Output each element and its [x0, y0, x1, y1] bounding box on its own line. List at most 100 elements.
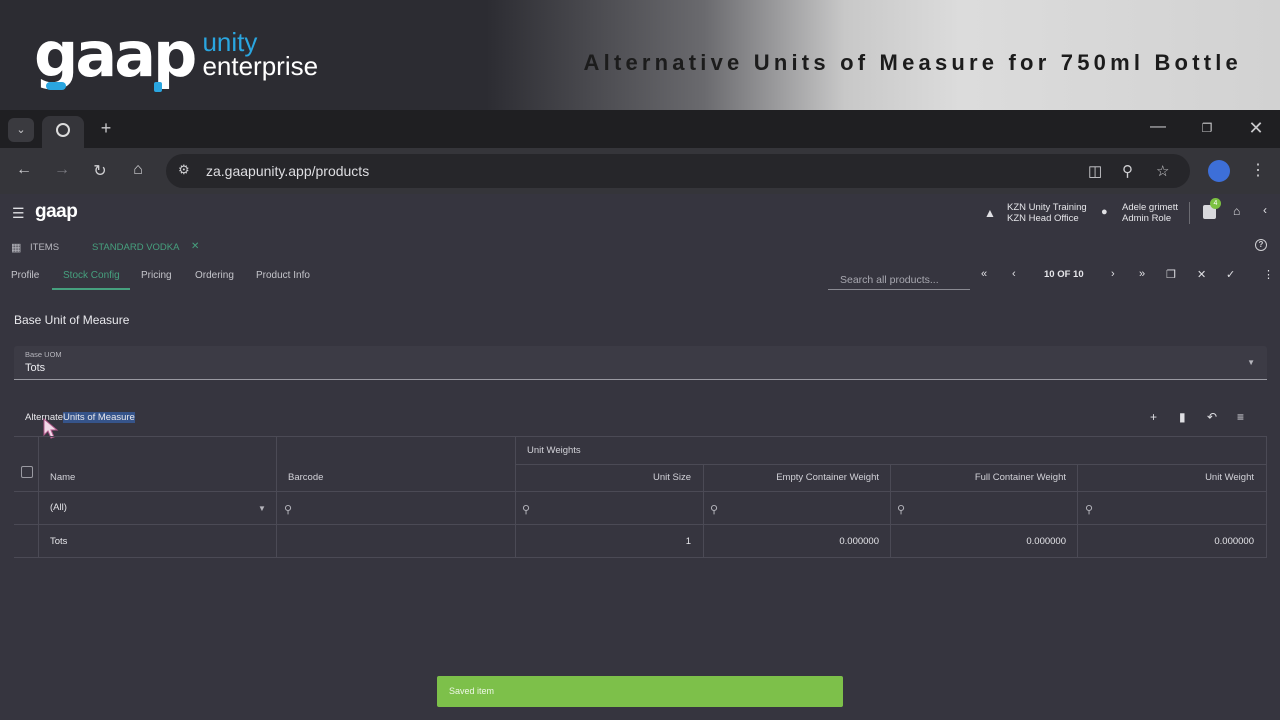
- user-name: Adele grimett: [1122, 202, 1178, 213]
- unit-weight-filter-search-icon[interactable]: ⚲: [1085, 503, 1093, 516]
- zoom-icon[interactable]: ⚲: [1122, 162, 1133, 180]
- app-header: ☰ gaap ▲ KZN Unity Training KZN Head Off…: [0, 194, 1280, 232]
- column-header-barcode[interactable]: Barcode: [288, 472, 323, 483]
- alternate-uom-title: AlternateUnits of Measure: [25, 412, 135, 423]
- user-role: Admin Role: [1122, 213, 1172, 224]
- hamburger-menu-icon[interactable]: ☰: [12, 205, 25, 222]
- app-logo[interactable]: gaap: [35, 201, 78, 223]
- subtab-product-info[interactable]: Product Info: [256, 270, 310, 281]
- column-header-unit-size[interactable]: Unit Size: [515, 472, 691, 483]
- banner-title: Alternative Units of Measure for 750ml B…: [583, 50, 1242, 75]
- profile-avatar[interactable]: [1208, 160, 1230, 182]
- window-minimize-icon[interactable]: —: [1148, 118, 1168, 136]
- user-menu[interactable]: Adele grimett Admin Role: [1122, 202, 1178, 224]
- base-uom-section-title: Base Unit of Measure: [14, 313, 130, 327]
- subtab-pricing[interactable]: Pricing: [141, 270, 172, 281]
- alternate-uom-title-selected: Units of Measure: [63, 412, 135, 423]
- base-uom-label: Base UOM: [25, 350, 62, 359]
- column-header-empty-container-weight[interactable]: Empty Container Weight: [703, 472, 879, 483]
- name-filter-select[interactable]: (All): [50, 502, 67, 513]
- filter-caret-icon[interactable]: ▼: [258, 504, 266, 513]
- user-icon: ●: [1101, 206, 1108, 218]
- more-options-icon[interactable]: ⋮: [1263, 268, 1274, 281]
- duplicate-icon[interactable]: ❐: [1166, 268, 1176, 281]
- cell-unit-size[interactable]: 1: [515, 536, 691, 547]
- next-record-icon[interactable]: ›: [1111, 268, 1115, 280]
- empty-weight-filter-search-icon[interactable]: ⚲: [710, 503, 718, 516]
- site-settings-icon[interactable]: ⚙: [178, 162, 190, 178]
- home-icon[interactable]: ⌂: [128, 161, 148, 179]
- saved-toast: Saved item: [437, 676, 843, 707]
- browser-tab-active[interactable]: [42, 116, 84, 148]
- cell-full-container-weight[interactable]: 0.000000: [890, 536, 1066, 547]
- column-header-unit-weight[interactable]: Unit Weight: [1077, 472, 1254, 483]
- add-row-plus-icon[interactable]: +: [1150, 410, 1157, 424]
- logo-accent: [154, 82, 162, 92]
- subtab-stock-config[interactable]: Stock Config: [63, 270, 120, 281]
- window-restore-icon[interactable]: ❐: [1198, 121, 1216, 135]
- cell-unit-weight[interactable]: 0.000000: [1077, 536, 1254, 547]
- browser-menu-icon[interactable]: ⋮: [1250, 160, 1266, 180]
- save-check-icon[interactable]: ✓: [1226, 268, 1235, 281]
- new-tab-plus-icon[interactable]: +: [96, 118, 116, 138]
- active-tab-indicator: [52, 288, 130, 290]
- cell-empty-container-weight[interactable]: 0.000000: [703, 536, 879, 547]
- video-banner: gaap unity enterprise Alternative Units …: [0, 0, 1280, 110]
- reload-icon[interactable]: ↻: [90, 161, 110, 181]
- previous-record-icon[interactable]: ‹: [1012, 268, 1016, 280]
- first-record-icon[interactable]: «: [981, 268, 987, 280]
- grid-border: [14, 436, 1267, 437]
- column-header-name[interactable]: Name: [50, 472, 75, 483]
- delete-row-icon[interactable]: ▮: [1179, 410, 1186, 424]
- last-record-icon[interactable]: »: [1139, 268, 1145, 280]
- app-home-icon[interactable]: ⌂: [1233, 204, 1240, 218]
- window-close-icon[interactable]: ✕: [1246, 118, 1266, 139]
- grid-icon: ▦: [11, 242, 22, 254]
- logo-accent: [46, 82, 66, 90]
- install-app-icon[interactable]: ◫: [1088, 162, 1102, 180]
- unit-size-filter-search-icon[interactable]: ⚲: [522, 503, 530, 516]
- full-weight-filter-search-icon[interactable]: ⚲: [897, 503, 905, 516]
- notification-badge: 4: [1210, 198, 1221, 209]
- collapse-chevron-icon[interactable]: ‹: [1263, 203, 1267, 217]
- back-arrow-icon[interactable]: ←: [14, 161, 34, 179]
- cell-name[interactable]: Tots: [50, 536, 67, 547]
- close-tab-icon[interactable]: ✕: [191, 241, 199, 252]
- tab-search-chevron-icon[interactable]: ⌄: [8, 118, 34, 142]
- browser-tab-strip: ⌄ + — ❐ ✕: [0, 110, 1280, 148]
- tab-items[interactable]: ITEMS: [30, 242, 59, 253]
- grid-border: [276, 436, 277, 557]
- browser-toolbar: ← → ↻ ⌂ ⚙ za.gaapunity.app/products ◫ ⚲ …: [0, 148, 1280, 194]
- cancel-icon[interactable]: ✕: [1197, 268, 1206, 281]
- column-header-full-container-weight[interactable]: Full Container Weight: [890, 472, 1066, 483]
- alternate-uom-grid: Unit Weights Name Barcode Unit Size Empt…: [14, 436, 1267, 558]
- grid-border: [515, 464, 1267, 465]
- organization-selector[interactable]: KZN Unity Training KZN Head Office: [1007, 202, 1087, 224]
- base-uom-value: Tots: [25, 362, 46, 374]
- address-url: za.gaapunity.app/products: [206, 163, 370, 179]
- header-divider: [1189, 202, 1190, 224]
- grid-border: [14, 557, 1267, 558]
- subtab-ordering[interactable]: Ordering: [195, 270, 234, 281]
- base-uom-select[interactable]: Base UOM Tots ▼: [14, 346, 1267, 380]
- gaap-unity-logo: gaap unity enterprise: [34, 18, 319, 92]
- bookmark-star-icon[interactable]: ☆: [1156, 162, 1169, 180]
- search-placeholder: Search all products...: [840, 274, 939, 286]
- org-name: KZN Unity Training: [1007, 202, 1087, 213]
- tab-standard-vodka[interactable]: STANDARD VODKA: [92, 242, 179, 253]
- dropdown-caret-icon: ▼: [1247, 358, 1255, 367]
- column-group-unit-weights: Unit Weights: [527, 445, 581, 456]
- grid-border: [38, 436, 39, 557]
- address-bar[interactable]: ⚙ za.gaapunity.app/products ◫ ⚲ ☆: [166, 154, 1190, 188]
- search-products-input[interactable]: Search all products...: [828, 268, 970, 290]
- help-icon[interactable]: ?: [1255, 239, 1267, 251]
- barcode-filter-search-icon[interactable]: ⚲: [284, 503, 292, 516]
- forward-arrow-icon[interactable]: →: [52, 161, 72, 179]
- undo-icon[interactable]: ↶: [1207, 410, 1217, 424]
- logo-wordmark: gaap: [34, 18, 197, 91]
- filter-icon[interactable]: ≡: [1237, 410, 1244, 424]
- subtab-profile[interactable]: Profile: [11, 270, 39, 281]
- select-all-checkbox[interactable]: [21, 466, 33, 478]
- logo-enterprise-text: enterprise: [202, 51, 319, 81]
- record-subtabs: Profile Stock Config Pricing Ordering Pr…: [0, 264, 1280, 292]
